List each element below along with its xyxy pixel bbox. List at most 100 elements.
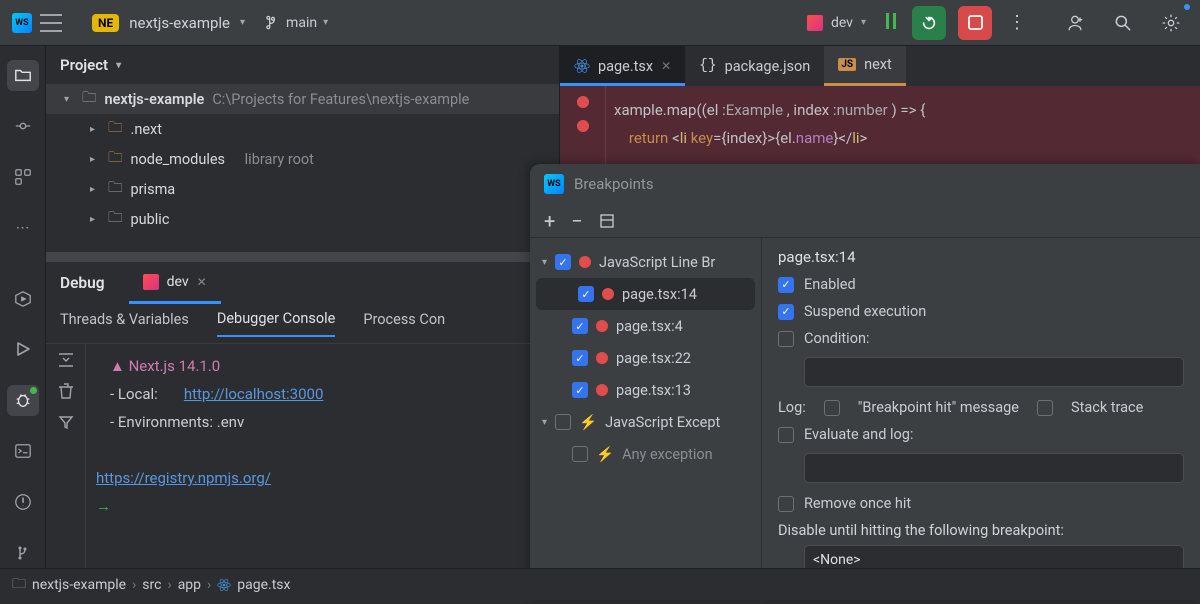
folder-icon: 🗀: [108, 147, 123, 172]
crumb[interactable]: app: [178, 577, 201, 593]
branch-icon: [265, 15, 280, 30]
crumb[interactable]: nextjs-example: [32, 577, 126, 593]
project-tree[interactable]: ▾ 🗀 nextjs-example C:\Projects for Featu…: [46, 84, 559, 234]
terminal-tool-button[interactable]: [7, 436, 39, 467]
editor-tab-next[interactable]: JS next: [824, 46, 905, 86]
bp-item-label: page.tsx:22: [616, 350, 691, 367]
chevron-down-icon: ▾: [116, 60, 121, 71]
bp-group[interactable]: ▾ ✓ JavaScript Line Br: [530, 246, 761, 278]
tree-item[interactable]: ▸🗀public: [46, 204, 559, 234]
add-button[interactable]: +: [544, 209, 555, 233]
project-panel-header[interactable]: Project ▾: [46, 46, 559, 84]
tree-item[interactable]: ▸🗀prisma: [46, 174, 559, 204]
checkbox[interactable]: ✓: [778, 277, 794, 293]
project-switcher[interactable]: NE nextjs-example ▾: [92, 14, 245, 32]
checkbox[interactable]: ✓: [572, 382, 588, 398]
prop-label: Evaluate and log:: [804, 426, 913, 443]
checkbox[interactable]: [572, 446, 588, 462]
checkbox[interactable]: [555, 414, 571, 430]
editor-tab-package[interactable]: {} package.json: [685, 46, 824, 86]
clear-button[interactable]: [58, 382, 74, 400]
scrollbar[interactable]: [46, 252, 559, 262]
tree-label: nextjs-example: [105, 91, 205, 108]
run-config-selector[interactable]: dev ▾: [807, 15, 866, 31]
close-icon[interactable]: ✕: [197, 275, 207, 289]
group-by-button[interactable]: [599, 213, 615, 229]
rerun-icon: [920, 14, 938, 32]
project-chip: NE: [92, 14, 119, 32]
chevron-down-icon: ▾: [240, 17, 245, 28]
bp-heading: page.tsx:14: [778, 248, 1184, 266]
scroll-to-end-button[interactable]: [57, 352, 75, 368]
tree-root[interactable]: ▾ 🗀 nextjs-example C:\Projects for Featu…: [46, 84, 559, 114]
search-everywhere-button[interactable]: [1106, 6, 1140, 40]
services-tool-button[interactable]: [7, 283, 39, 314]
more-tools-button[interactable]: ⋯: [7, 212, 39, 243]
breadcrumb[interactable]: 🗀 nextjs-example› src› app› page.tsx: [0, 568, 1200, 600]
vcs-tool-button[interactable]: [7, 537, 39, 568]
condition-input[interactable]: [804, 357, 1184, 387]
react-icon: [574, 58, 590, 74]
prop-label: Disable until hitting the following brea…: [778, 522, 1184, 539]
checkbox[interactable]: ✓: [555, 254, 571, 270]
rerun-button[interactable]: [912, 6, 946, 40]
more-actions-button[interactable]: ⋮: [1000, 6, 1034, 40]
bp-tree[interactable]: ▾ ✓ JavaScript Line Br ✓page.tsx:14 ✓pag…: [530, 238, 762, 604]
chevron-down-icon: ▾: [64, 94, 74, 105]
bp-item[interactable]: ✓ page.tsx:13: [530, 374, 761, 406]
main-menu-button[interactable]: [40, 14, 62, 32]
bp-item[interactable]: ✓page.tsx:14: [536, 278, 755, 310]
filter-button[interactable]: [58, 414, 74, 430]
bp-item[interactable]: ⚡Any exception: [530, 438, 761, 470]
checkbox[interactable]: [778, 331, 794, 347]
settings-button[interactable]: [1154, 6, 1188, 40]
debug-subtab-process[interactable]: Process Con: [363, 311, 445, 336]
bp-item-label: page.tsx:13: [616, 382, 691, 399]
remove-button[interactable]: −: [571, 209, 582, 233]
checkbox[interactable]: ✓: [778, 304, 794, 320]
checkbox[interactable]: ✓: [578, 286, 594, 302]
checkbox[interactable]: [1037, 400, 1053, 416]
bp-toolbar: + −: [530, 204, 1200, 238]
debug-session-tab[interactable]: dev ✕: [129, 262, 221, 304]
tree-item[interactable]: ▸🗀.next: [46, 114, 559, 144]
git-branch-switcher[interactable]: main ▾: [265, 15, 328, 31]
debug-subtab-console[interactable]: Debugger Console: [217, 310, 336, 337]
folder-icon: 🗀: [82, 87, 97, 112]
eval-log-input[interactable]: [804, 453, 1184, 483]
bp-item[interactable]: ✓ page.tsx:22: [530, 342, 761, 374]
breakpoint-icon[interactable]: [577, 96, 589, 108]
commit-tool-button[interactable]: [7, 111, 39, 142]
bp-group[interactable]: ▾ ⚡ JavaScript Except: [530, 406, 761, 438]
dialog-titlebar[interactable]: WS Breakpoints: [530, 164, 1200, 204]
checkbox[interactable]: ✓: [572, 318, 588, 334]
bp-item[interactable]: ✓page.tsx:4: [530, 310, 761, 342]
close-icon[interactable]: ✕: [661, 59, 671, 73]
problems-tool-button[interactable]: [7, 486, 39, 517]
chevron-down-icon: ▾: [542, 257, 547, 268]
code-with-me-button[interactable]: [1058, 6, 1092, 40]
pause-button[interactable]: [884, 13, 898, 33]
debug-tool-button[interactable]: [7, 385, 39, 416]
tree-item[interactable]: ▸🗀node_modules library root: [46, 144, 559, 174]
crumb[interactable]: page.tsx: [237, 577, 290, 593]
chevron-down-icon: ▾: [542, 417, 547, 428]
project-tool-button[interactable]: [7, 60, 39, 91]
run-tool-button[interactable]: [7, 334, 39, 365]
breakpoint-icon[interactable]: [577, 120, 589, 132]
debug-subtab-threads[interactable]: Threads & Variables: [60, 311, 189, 336]
json-icon: {}: [699, 58, 716, 74]
stop-button[interactable]: [958, 6, 992, 40]
run-config-name: dev: [831, 15, 853, 31]
checkbox[interactable]: [824, 400, 840, 416]
console-link[interactable]: http://localhost:3000: [184, 385, 324, 403]
tree-label: public: [131, 211, 170, 228]
checkbox[interactable]: ✓: [572, 350, 588, 366]
checkbox[interactable]: [778, 496, 794, 512]
breakpoint-icon: [596, 320, 608, 332]
checkbox[interactable]: [778, 427, 794, 443]
structure-tool-button[interactable]: [7, 162, 39, 193]
editor-tab-page[interactable]: page.tsx ✕: [560, 46, 685, 86]
crumb[interactable]: src: [142, 577, 161, 593]
prop-label: Remove once hit: [804, 495, 911, 512]
